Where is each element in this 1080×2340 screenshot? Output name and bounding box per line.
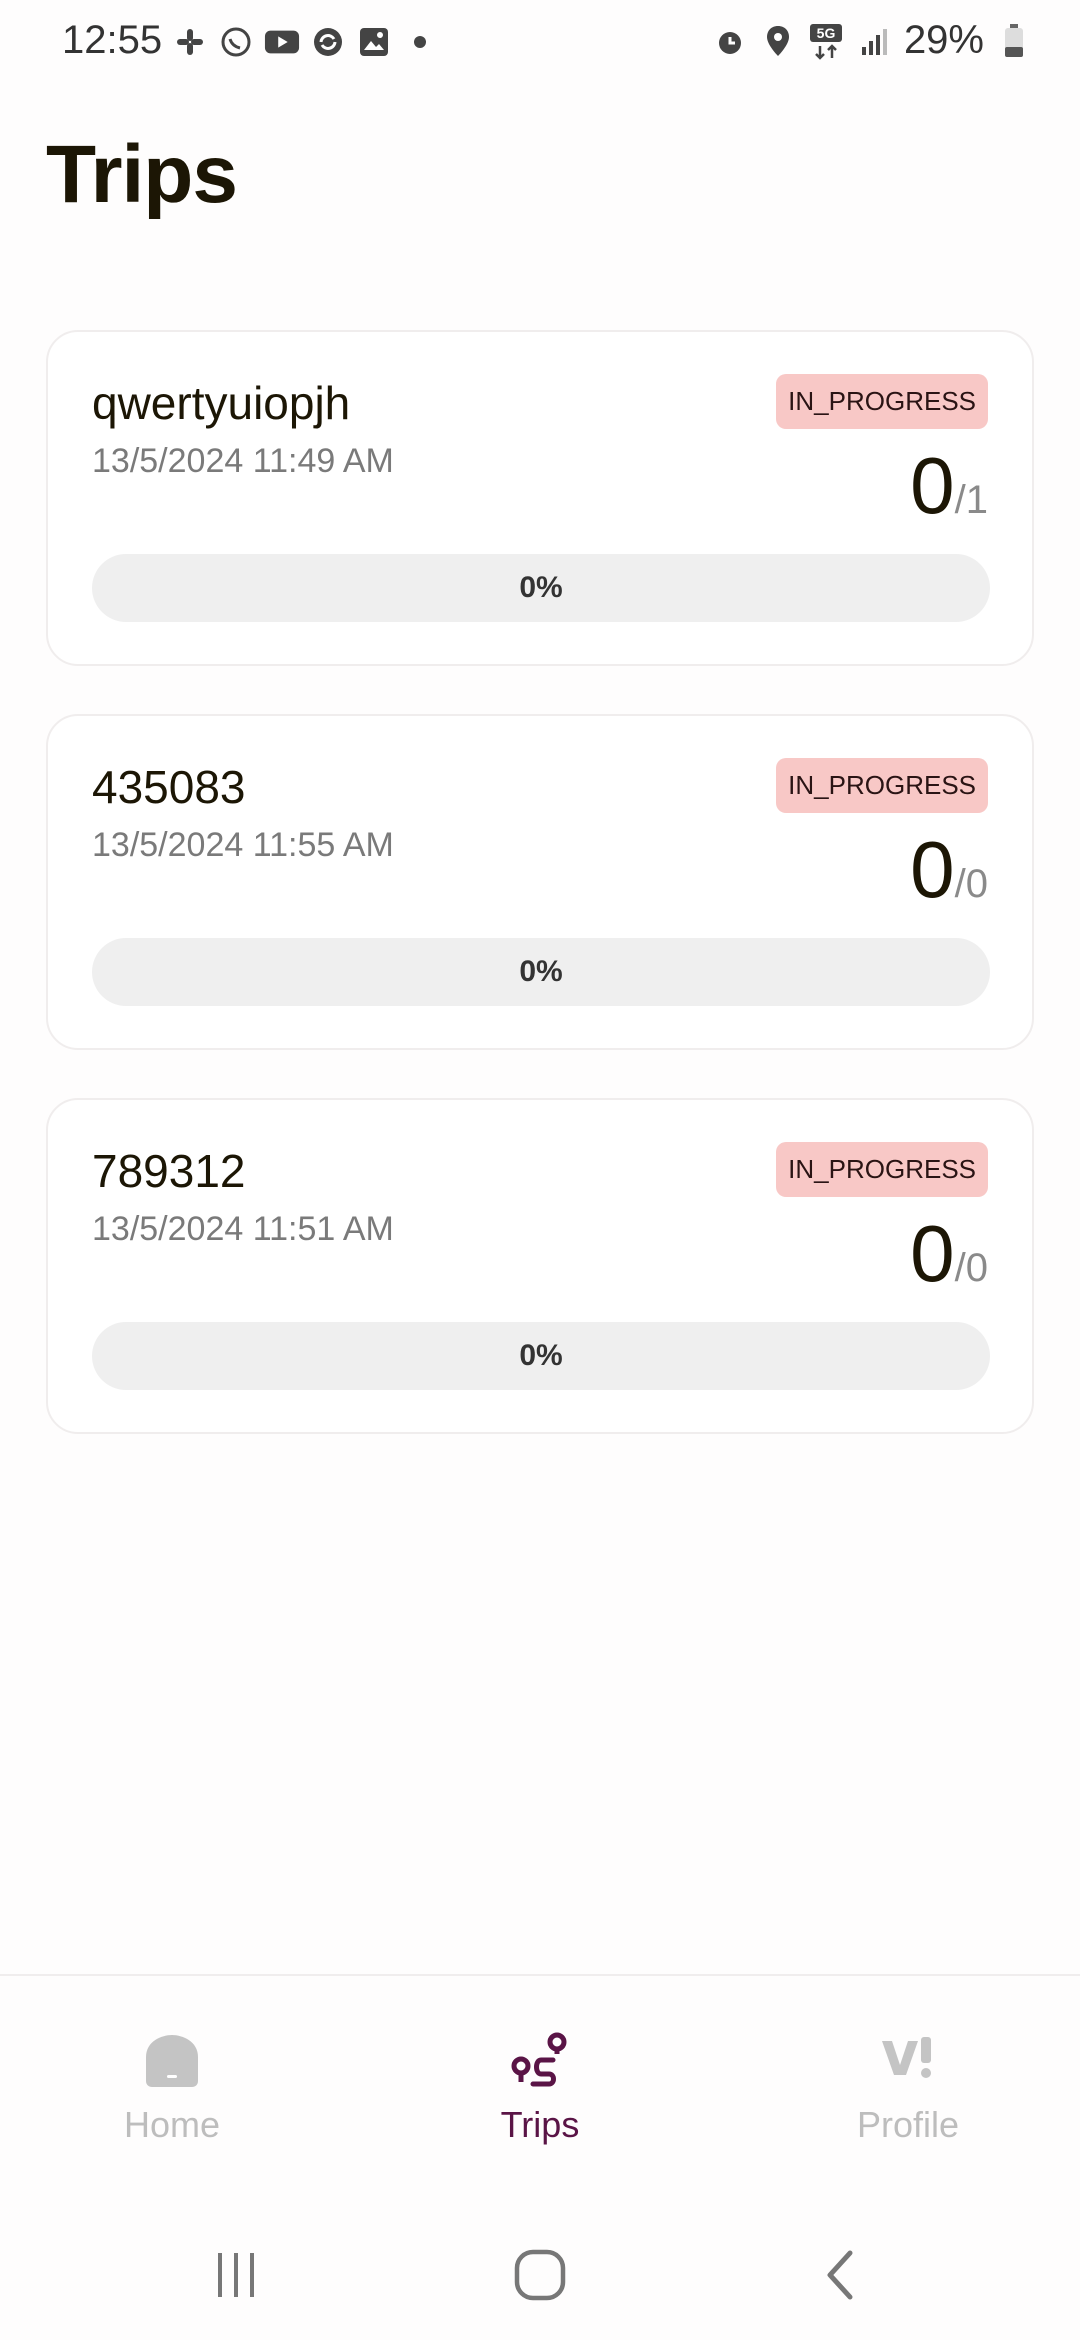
trip-name: 435083 <box>92 761 246 813</box>
trip-date: 13/5/2024 11:51 AM <box>92 1210 394 1248</box>
trip-count: 0 /0 <box>910 1208 988 1300</box>
gallery-icon <box>356 24 392 60</box>
trip-name: 789312 <box>92 1145 246 1197</box>
trips-list: qwertyuiopjh 13/5/2024 11:49 AM IN_PROGR… <box>46 330 1034 1482</box>
battery-percent: 29% <box>903 18 984 62</box>
5g-icon: 5G <box>808 23 844 60</box>
count-done: 0 <box>910 825 955 914</box>
nav-item-trips[interactable]: Trips <box>440 2028 640 2146</box>
status-bar: 12:55 5G 29% <box>0 0 1080 88</box>
home-circle-icon[interactable] <box>500 2240 580 2310</box>
slack-icon <box>172 24 208 60</box>
status-badge: IN_PROGRESS <box>776 374 988 429</box>
count-done: 0 <box>910 1209 955 1298</box>
trip-card[interactable]: 789312 13/5/2024 11:51 AM IN_PROGRESS 0 … <box>46 1098 1034 1434</box>
alarm-icon <box>712 23 748 59</box>
progress-bar: 0% <box>92 554 990 622</box>
trip-count: 0 /1 <box>910 440 988 532</box>
svg-text:5G: 5G <box>817 25 836 41</box>
nav-label-profile: Profile <box>856 2104 960 2145</box>
dot-icon <box>402 24 438 60</box>
recents-icon[interactable] <box>196 2240 276 2310</box>
home-icon <box>139 2028 205 2094</box>
bottom-nav: Home Trips Profile <box>0 1974 1080 2186</box>
nav-item-profile[interactable]: Profile <box>808 2028 1008 2146</box>
location-icon <box>760 23 796 59</box>
status-badge: IN_PROGRESS <box>776 1142 988 1197</box>
vi-logo-icon <box>875 2028 941 2094</box>
sync-icon <box>310 24 346 60</box>
progress-bar: 0% <box>92 938 990 1006</box>
status-badge: IN_PROGRESS <box>776 758 988 813</box>
system-nav <box>0 2200 1080 2340</box>
progress-label: 0% <box>519 571 563 604</box>
nav-label-home: Home <box>123 2104 221 2145</box>
trip-date: 13/5/2024 11:49 AM <box>92 442 394 480</box>
page-title: Trips <box>46 129 238 220</box>
trip-card[interactable]: qwertyuiopjh 13/5/2024 11:49 AM IN_PROGR… <box>46 330 1034 666</box>
trip-name: qwertyuiopjh <box>92 377 351 429</box>
count-total: /0 <box>954 1246 988 1290</box>
signal-icon <box>856 23 892 59</box>
route-icon <box>507 2028 573 2094</box>
nav-item-home[interactable]: Home <box>72 2028 272 2146</box>
count-total: /0 <box>954 862 988 906</box>
back-icon[interactable] <box>800 2240 880 2310</box>
progress-label: 0% <box>519 955 563 988</box>
trip-date: 13/5/2024 11:55 AM <box>92 826 394 864</box>
nav-label-trips: Trips <box>500 2104 580 2145</box>
notification-icons <box>172 24 438 60</box>
progress-label: 0% <box>519 1339 563 1372</box>
system-status-icons: 5G 29% <box>712 18 1032 63</box>
whatsapp-icon <box>218 24 254 60</box>
progress-bar: 0% <box>92 1322 990 1390</box>
battery-icon <box>996 23 1032 59</box>
trip-card[interactable]: 435083 13/5/2024 11:55 AM IN_PROGRESS 0 … <box>46 714 1034 1050</box>
trip-count: 0 /0 <box>910 824 988 916</box>
youtube-icon <box>264 24 300 60</box>
count-total: /1 <box>954 478 988 522</box>
count-done: 0 <box>910 441 955 530</box>
status-time: 12:55 <box>62 18 163 62</box>
